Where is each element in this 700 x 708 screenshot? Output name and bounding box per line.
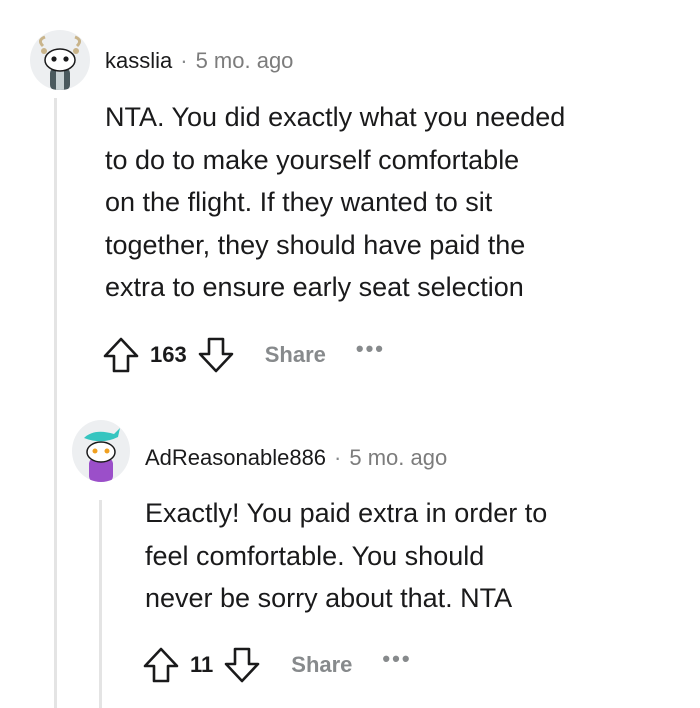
downvote-arrow-icon[interactable] (197, 336, 235, 374)
comment-body: Exactly! You paid extra in order to feel… (145, 492, 547, 620)
comment-line: extra to ensure early seat selection (105, 272, 524, 302)
thread-line-root[interactable] (54, 98, 57, 708)
more-options-icon[interactable]: ••• (356, 338, 385, 360)
snoo-avatar-icon (38, 35, 82, 90)
share-button[interactable]: Share (291, 652, 352, 678)
vote-score: 11 (190, 652, 214, 677)
upvote-arrow-icon[interactable] (142, 646, 180, 684)
more-options-icon[interactable]: ••• (382, 648, 411, 670)
share-button[interactable]: Share (265, 342, 326, 368)
meta-separator: · (334, 445, 342, 470)
avatar[interactable] (72, 420, 130, 482)
comment-line: together, they should have paid the (105, 229, 526, 260)
comment-body: NTA. You did exactly what you needed to … (105, 96, 565, 309)
comment-actions: 11 Share ••• (142, 646, 412, 684)
meta-separator: · (180, 48, 188, 73)
author-name[interactable]: kasslia (105, 48, 172, 74)
comment-line: NTA. You did exactly what you needed (105, 102, 566, 132)
comment-meta: kasslia · 5 mo. ago (105, 48, 293, 74)
snoo-avatar-icon (84, 424, 124, 482)
comment-line: on the flight. If they wanted to sit (105, 187, 493, 217)
author-name[interactable]: AdReasonable886 (145, 445, 326, 471)
comment-line: Exactly! You paid extra in order to (145, 498, 548, 528)
comment-line: to do to make yourself comfortable (105, 144, 520, 175)
vote-score: 163 (150, 342, 187, 367)
avatar[interactable] (30, 30, 90, 90)
downvote-arrow-icon[interactable] (223, 646, 261, 684)
timestamp[interactable]: 5 mo. ago (349, 445, 447, 471)
upvote-arrow-icon[interactable] (102, 336, 140, 374)
thread-line-reply[interactable] (99, 500, 102, 708)
comment-line: never be sorry about that. NTA (145, 583, 513, 613)
comment-meta: AdReasonable886 · 5 mo. ago (145, 445, 447, 471)
comment-line: feel comfortable. You should (145, 540, 485, 571)
comment-actions: 163 Share ••• (102, 336, 385, 374)
timestamp[interactable]: 5 mo. ago (196, 48, 294, 74)
